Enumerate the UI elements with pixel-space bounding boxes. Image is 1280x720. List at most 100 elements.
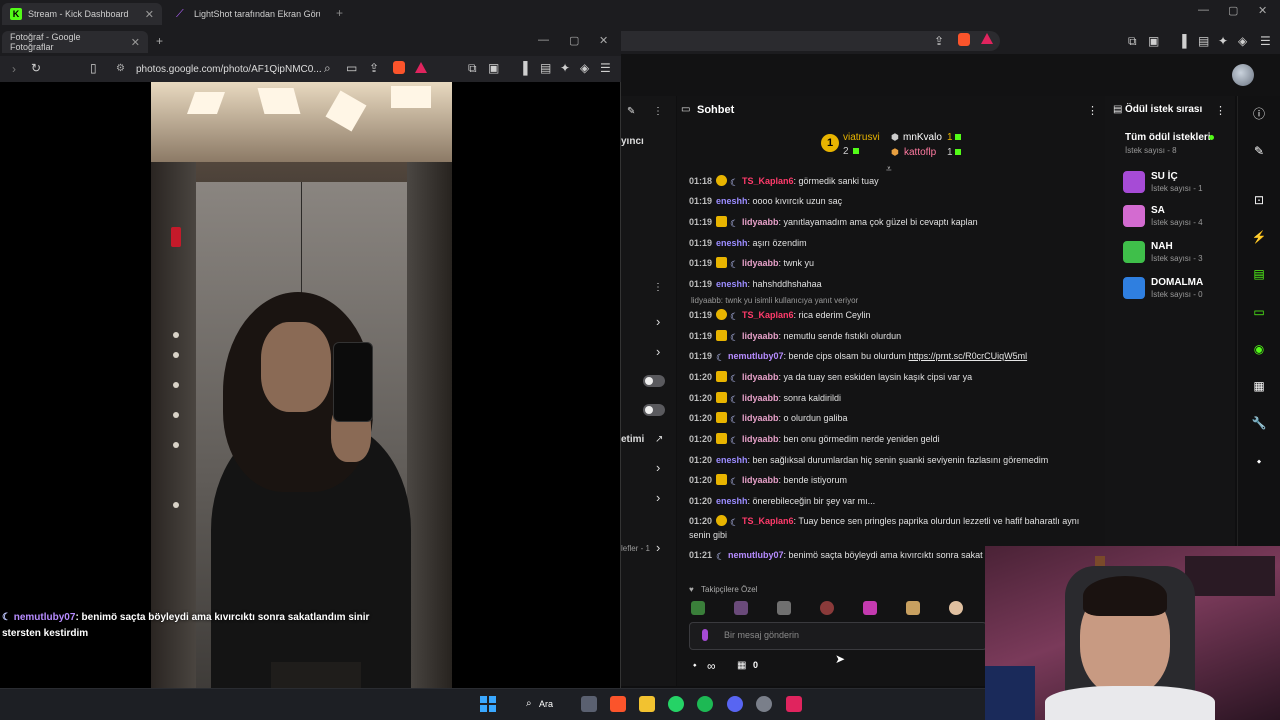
message-username[interactable]: lidyaabb xyxy=(742,475,779,485)
toggle-switch[interactable] xyxy=(643,404,665,416)
tab-lightshot[interactable]: ⟋ LightShot tarafından Ekran Görüntüsü xyxy=(168,3,330,25)
search-icon[interactable]: ⌕ xyxy=(526,698,532,709)
profile-avatar[interactable] xyxy=(1232,64,1254,86)
target-icon[interactable]: ⊡ xyxy=(1250,191,1268,209)
screenshot-icon[interactable]: ▣ xyxy=(488,61,499,75)
emote[interactable] xyxy=(820,601,834,615)
file-explorer-icon[interactable] xyxy=(639,696,655,712)
top-gifter-name[interactable]: kattoflp xyxy=(904,147,936,158)
menu-icon[interactable]: ☰ xyxy=(600,61,611,75)
chevron-right-icon[interactable]: › xyxy=(656,460,660,475)
windows-start-icon[interactable] xyxy=(480,696,496,712)
close-window-icon[interactable]: ✕ xyxy=(1258,4,1267,17)
edit-icon[interactable]: ✎ xyxy=(627,106,635,117)
forward-icon[interactable]: › xyxy=(12,62,16,76)
message-username[interactable]: nemutluby07 xyxy=(728,550,784,560)
points-icon[interactable]: ⬩ xyxy=(693,660,697,671)
info-icon[interactable]: ⓘ xyxy=(1250,105,1268,123)
microphone-icon[interactable] xyxy=(702,629,708,641)
brave-rewards-icon[interactable] xyxy=(415,62,427,73)
maximize-icon[interactable]: ▢ xyxy=(1228,4,1238,17)
reload-icon[interactable]: ↻ xyxy=(31,61,41,75)
taskbar-search-label[interactable]: Ara xyxy=(539,699,553,709)
all-rewards-label[interactable]: Tüm ödül istekleri xyxy=(1125,132,1211,143)
address-bar[interactable]: ⚙ photos.google.com/photo/AF1QipNMC0... xyxy=(110,59,440,79)
community-icon[interactable]: ⬩ xyxy=(1250,452,1268,470)
wrench-icon[interactable]: 🔧 xyxy=(1250,414,1268,432)
site-info-icon[interactable]: ⚙ xyxy=(116,63,125,74)
message-username[interactable]: eneshh xyxy=(716,496,748,506)
chat-icon[interactable]: ▭ xyxy=(1250,303,1268,321)
message-username[interactable]: eneshh xyxy=(716,196,748,206)
vpn-icon[interactable]: ◈ xyxy=(1238,34,1247,48)
leo-icon[interactable]: ✦ xyxy=(560,61,570,75)
emote[interactable] xyxy=(691,601,705,615)
minimize-icon[interactable]: — xyxy=(538,34,549,46)
sidebar-toggle-icon[interactable]: ▐ xyxy=(519,61,528,75)
kebab-icon[interactable]: ⋮ xyxy=(653,282,663,293)
kebab-icon[interactable]: ⋮ xyxy=(1215,104,1226,117)
share-icon[interactable]: ⇪ xyxy=(369,61,379,75)
install-icon[interactable]: ▭ xyxy=(346,61,357,75)
maximize-icon[interactable]: ▢ xyxy=(569,34,579,47)
minimize-icon[interactable]: — xyxy=(1198,4,1209,16)
message-username[interactable]: lidyaabb xyxy=(742,393,779,403)
spotify-icon[interactable] xyxy=(697,696,713,712)
app-icon[interactable] xyxy=(786,696,802,712)
brave-shield-icon[interactable] xyxy=(393,61,405,74)
sidebar-toggle-icon[interactable]: ▐ xyxy=(1178,34,1187,48)
top-gifter-name[interactable]: viatrusvi xyxy=(843,132,880,143)
message-username[interactable]: lidyaabb xyxy=(742,434,779,444)
menu-icon[interactable]: ☰ xyxy=(1260,34,1271,48)
emote[interactable] xyxy=(777,601,791,615)
message-username[interactable]: lidyaabb xyxy=(742,258,779,268)
message-username[interactable]: TS_Kaplan6 xyxy=(742,310,794,320)
app-icon[interactable] xyxy=(756,696,772,712)
kebab-icon[interactable]: ⋮ xyxy=(653,106,663,117)
chevron-right-icon[interactable]: › xyxy=(656,490,660,505)
wallet-icon[interactable]: ▤ xyxy=(1198,34,1209,48)
whatsapp-icon[interactable] xyxy=(668,696,684,712)
close-window-icon[interactable]: ✕ xyxy=(599,34,608,47)
message-username[interactable]: nemutluby07 xyxy=(728,351,784,361)
emote[interactable] xyxy=(949,601,963,615)
close-tab-icon[interactable]: ✕ xyxy=(145,8,154,21)
top-gifter-name[interactable]: mnKvalo xyxy=(903,132,942,143)
bookmark-icon[interactable]: ▯ xyxy=(90,61,97,75)
store-icon[interactable]: ▦ xyxy=(737,660,746,671)
message-username[interactable]: eneshh xyxy=(716,279,748,289)
message-username[interactable]: TS_Kaplan6 xyxy=(742,516,794,526)
share-icon[interactable]: ⇪ xyxy=(934,34,944,48)
brave-shield-icon[interactable] xyxy=(958,33,970,46)
chevron-right-icon[interactable]: › xyxy=(656,314,660,329)
message-username[interactable]: lidyaabb xyxy=(742,372,779,382)
chevron-right-icon[interactable]: › xyxy=(656,540,660,555)
message-link[interactable]: https://prnt.sc/R0crCUiqW5ml xyxy=(909,351,1028,361)
extensions-icon[interactable]: ⧉ xyxy=(1128,34,1137,49)
close-tab-icon[interactable]: ✕ xyxy=(131,36,140,49)
chart-icon[interactable]: ↗ xyxy=(655,434,663,445)
message-username[interactable]: TS_Kaplan6 xyxy=(742,176,794,186)
message-username[interactable]: eneshh xyxy=(716,238,748,248)
chat-input[interactable]: Bir mesaj gönderin xyxy=(689,622,987,650)
tab-kick-dashboard[interactable]: K Stream - Kick Dashboard ✕ xyxy=(2,3,162,25)
screenshot-icon[interactable]: ▣ xyxy=(1148,34,1159,48)
message-username[interactable]: eneshh xyxy=(716,455,748,465)
zoom-icon[interactable]: ⌕ xyxy=(324,61,331,76)
task-view-icon[interactable] xyxy=(581,696,597,712)
emote[interactable] xyxy=(734,601,748,615)
vpn-icon[interactable]: ◈ xyxy=(580,61,589,75)
brave-browser-icon[interactable] xyxy=(610,696,626,712)
message-username[interactable]: lidyaabb xyxy=(742,217,779,227)
new-tab-icon[interactable]: + xyxy=(336,6,343,20)
document-icon[interactable]: ▤ xyxy=(1250,265,1268,283)
leo-icon[interactable]: ✦ xyxy=(1218,34,1228,48)
broadcast-icon[interactable]: ◉ xyxy=(1250,340,1268,358)
lightning-icon[interactable]: ⚡ xyxy=(1250,228,1268,246)
tab-google-photos[interactable]: Fotoğraf - Google Fotoğraflar ✕ xyxy=(2,31,148,53)
message-username[interactable]: lidyaabb xyxy=(742,413,779,423)
emote[interactable] xyxy=(906,601,920,615)
new-tab-icon[interactable]: + xyxy=(156,34,163,48)
kebab-icon[interactable]: ⋮ xyxy=(1087,104,1098,117)
edit-icon[interactable]: ✎ xyxy=(1250,142,1268,160)
